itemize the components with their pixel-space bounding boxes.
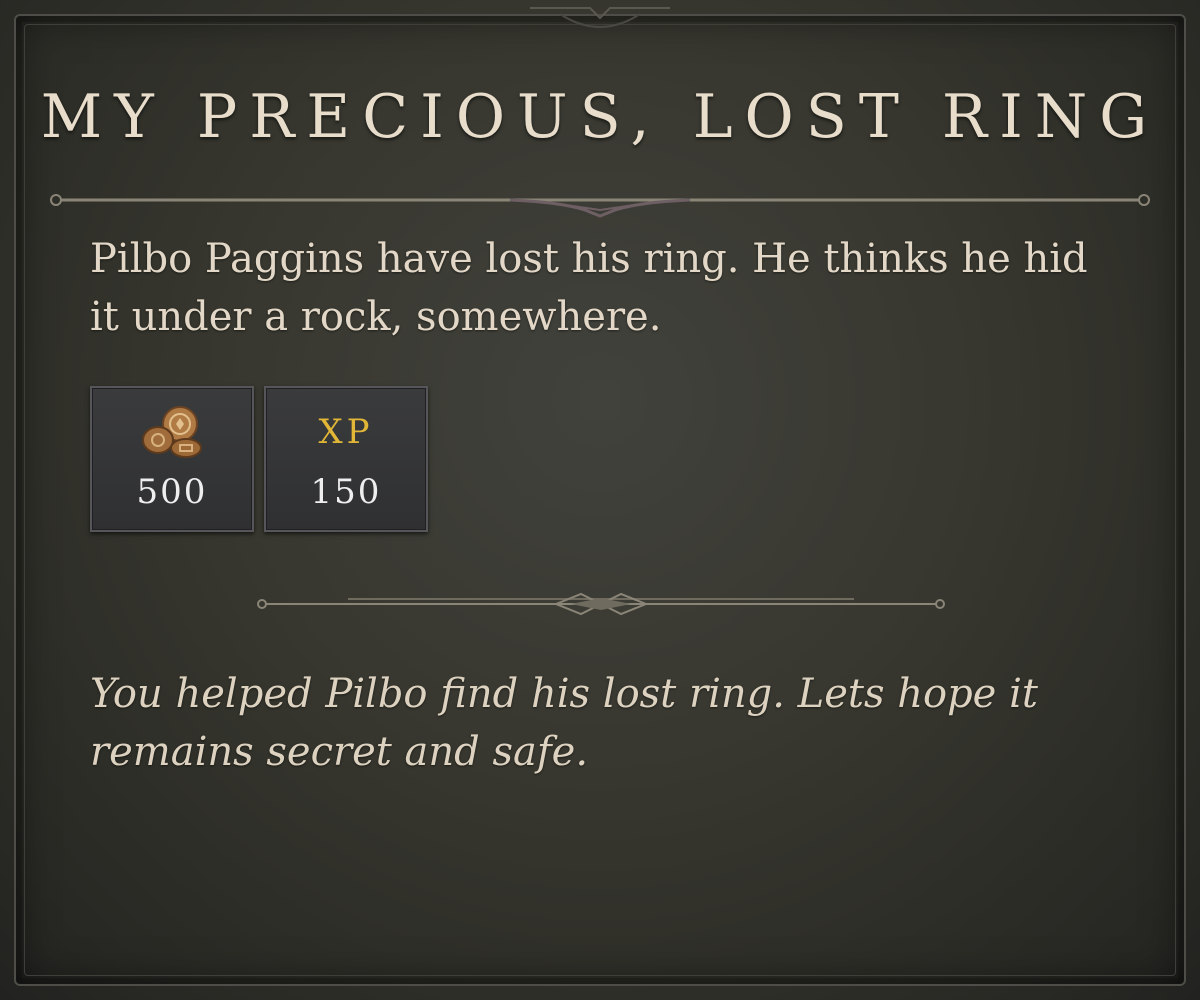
xp-icon: XP	[266, 402, 426, 462]
reward-gold[interactable]: 500	[90, 386, 254, 532]
reward-xp-value: 150	[310, 472, 382, 512]
title-divider	[50, 194, 1150, 218]
quest-panel: My Precious, Lost Ring Pilbo Paggins hav…	[0, 0, 1200, 1000]
quest-title: My Precious, Lost Ring	[40, 82, 1160, 152]
xp-label: XP	[318, 412, 374, 452]
gold-coins-icon	[92, 402, 252, 462]
section-divider	[257, 592, 945, 616]
reward-gold-value: 500	[136, 472, 208, 512]
top-frame-ornament	[530, 7, 670, 28]
rewards-row: 500 XP 150	[90, 386, 428, 532]
quest-description: Pilbo Paggins have lost his ring. He thi…	[90, 236, 1088, 340]
quest-completion-text: You helped Pilbo find his lost ring. Let…	[90, 671, 1038, 775]
reward-xp[interactable]: XP 150	[264, 386, 428, 532]
